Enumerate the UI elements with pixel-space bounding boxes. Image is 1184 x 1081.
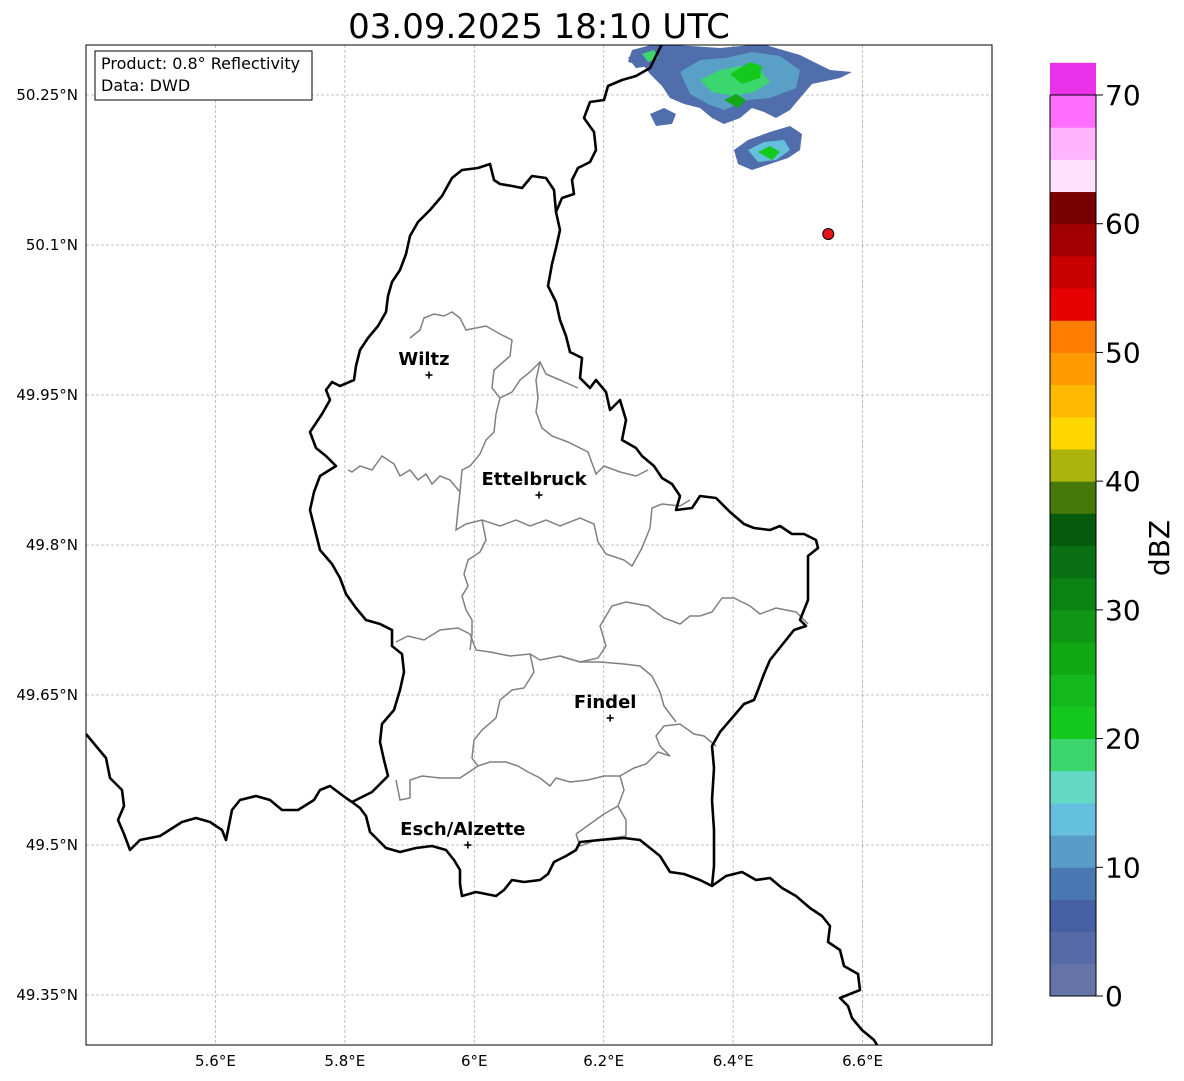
colorbar-segment <box>1050 931 1096 965</box>
y-tick-label: 50.25°N <box>16 86 78 104</box>
x-tick-label: 6°E <box>461 1052 488 1070</box>
y-tick-label: 49.8°N <box>26 536 78 554</box>
colorbar-segment <box>1050 416 1096 450</box>
colorbar-segment <box>1050 352 1096 386</box>
colorbar-segment <box>1050 738 1096 772</box>
colorbar-tick-label: 10 <box>1105 851 1141 884</box>
colorbar-segments <box>1050 62 1096 997</box>
colorbar-segment <box>1050 288 1096 321</box>
y-tick-label: 49.35°N <box>16 986 78 1004</box>
colorbar-tick-label: 0 <box>1105 980 1123 1013</box>
city-label: Findel <box>574 692 637 713</box>
colorbar-segment <box>1050 577 1096 611</box>
colorbar-segment <box>1050 127 1096 160</box>
colorbar-segment <box>1050 62 1096 96</box>
colorbar-segment <box>1050 384 1096 418</box>
x-tick-label: 5.8°E <box>324 1052 365 1070</box>
y-tick-label: 50.1°N <box>26 236 78 254</box>
colorbar-segment <box>1050 255 1096 289</box>
colorbar-segment <box>1050 481 1096 514</box>
colorbar-ticks: 0 10 20 30 40 50 60 70 <box>1096 79 1141 1013</box>
colorbar: 0 10 20 30 40 50 60 70 dBZ <box>1049 62 1176 1013</box>
radar-map-figure: 03.09.2025 18:10 UTC WiltzEttelbruckFind… <box>16 7 1176 1070</box>
x-tick-label: 5.6°E <box>195 1052 236 1070</box>
chart-title: 03.09.2025 18:10 UTC <box>348 7 730 47</box>
colorbar-segment <box>1050 963 1096 997</box>
colorbar-segment <box>1050 223 1096 257</box>
colorbar-tick-label: 40 <box>1105 465 1141 498</box>
y-tick-label: 49.65°N <box>16 686 78 704</box>
colorbar-segment <box>1050 642 1096 675</box>
colorbar-tick-label: 60 <box>1105 208 1141 241</box>
colorbar-segment <box>1050 191 1096 225</box>
info-data-source: Data: DWD <box>101 76 190 95</box>
colorbar-segment <box>1050 802 1096 836</box>
y-axis-ticks: 50.25°N 50.1°N 49.95°N 49.8°N 49.65°N 49.5°N 4… <box>16 86 78 1004</box>
y-tick-label: 49.95°N <box>16 386 78 404</box>
colorbar-tick-label: 70 <box>1105 79 1141 112</box>
colorbar-segment <box>1050 609 1096 643</box>
colorbar-tick-label: 30 <box>1105 594 1141 627</box>
x-tick-label: 6.2°E <box>583 1052 624 1070</box>
colorbar-segment <box>1050 545 1096 579</box>
colorbar-segment <box>1050 899 1096 933</box>
x-tick-label: 6.4°E <box>713 1052 754 1070</box>
map-area: WiltzEttelbruckFindelEsch/Alzette 5.6°E 5… <box>16 44 993 1070</box>
colorbar-segment <box>1050 159 1096 193</box>
city-label: Wiltz <box>398 349 449 370</box>
x-axis-ticks: 5.6°E 5.8°E 6°E 6.2°E 6.4°E 6.6°E <box>195 1052 883 1070</box>
colorbar-segment <box>1050 320 1096 353</box>
colorbar-segment <box>1050 95 1096 128</box>
colorbar-tick-label: 50 <box>1105 336 1141 369</box>
colorbar-segment <box>1050 835 1096 868</box>
city-label: Esch/Alzette <box>400 819 525 840</box>
colorbar-segment <box>1050 706 1096 740</box>
x-tick-label: 6.6°E <box>842 1052 883 1070</box>
colorbar-segment <box>1050 770 1096 804</box>
radar-site-marker <box>822 228 835 240</box>
info-product: Product: 0.8° Reflectivity <box>101 54 300 73</box>
colorbar-tick-label: 20 <box>1105 723 1141 756</box>
colorbar-segment <box>1050 674 1096 707</box>
city-label: Ettelbruck <box>481 469 587 490</box>
y-tick-label: 49.5°N <box>26 836 78 854</box>
colorbar-label: dBZ <box>1143 520 1176 576</box>
info-box: Product: 0.8° Reflectivity Data: DWD <box>94 50 313 101</box>
colorbar-segment <box>1050 513 1096 546</box>
colorbar-segment <box>1050 448 1096 482</box>
colorbar-segment <box>1050 867 1096 900</box>
